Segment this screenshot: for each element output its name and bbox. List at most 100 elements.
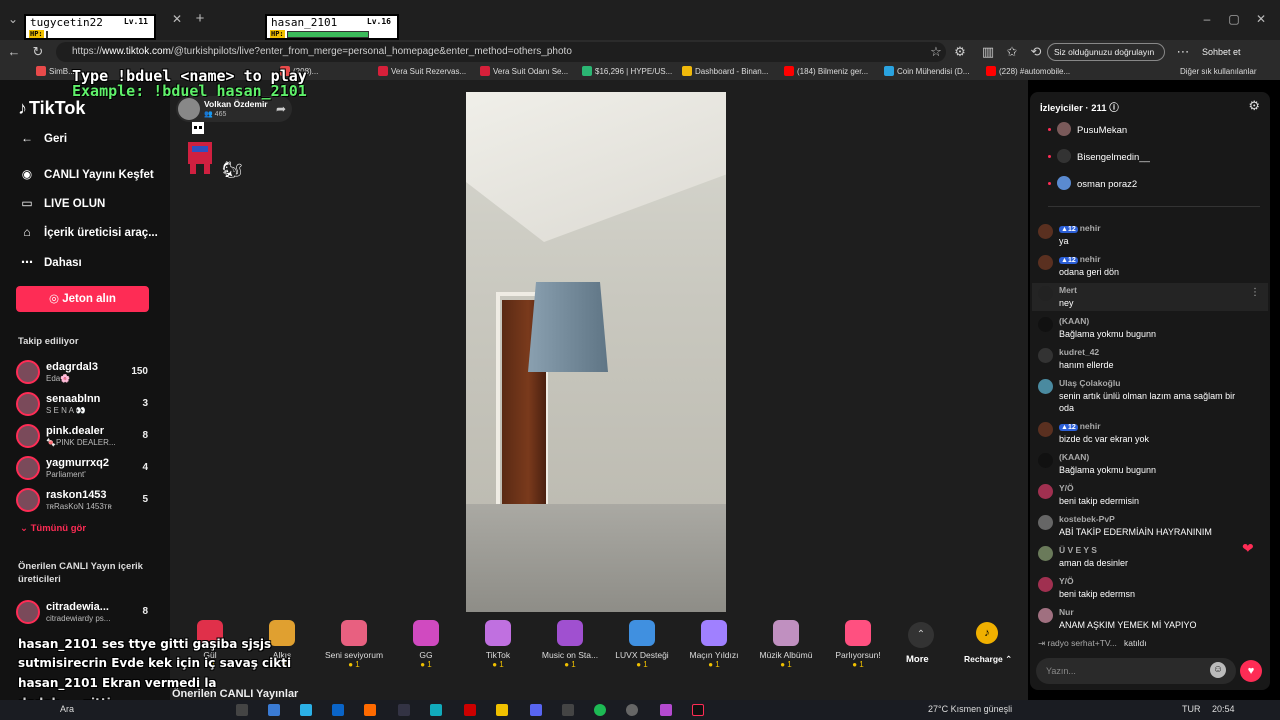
app-icon[interactable] — [660, 704, 672, 716]
edge-active-icon[interactable] — [430, 704, 442, 716]
bookmark-item[interactable]: Vera Suit Odanı Se... — [480, 66, 568, 78]
url-path: /@turkishpilots/live?enter_from_merge=pe… — [170, 46, 572, 57]
camera-icon: ▭ — [21, 196, 33, 210]
avatar — [1057, 122, 1071, 136]
close-window-icon[interactable]: ✕ — [1254, 12, 1268, 26]
suggested-item[interactable]: citradewia... citradewiardy ps... 8 — [16, 598, 156, 626]
chevron-up-icon[interactable]: ⌃ — [908, 622, 934, 648]
following-item[interactable]: raskon1453 ᴛʀRasKoN 1453ᴛʀ 5 — [16, 486, 156, 514]
spotify-icon[interactable] — [594, 704, 606, 716]
weather[interactable]: 27°C Kısmen güneşli — [928, 704, 1012, 714]
viewers-icon: 👥 — [204, 111, 215, 118]
emoji-icon[interactable]: ☺ — [1210, 662, 1226, 678]
bookmark-item[interactable]: (228) #automobile... — [986, 66, 1070, 78]
share-icon[interactable]: ➦ — [276, 102, 286, 116]
info-icon[interactable]: ⓘ — [1109, 103, 1119, 114]
gift-item[interactable]: Maçın Yıldızı ● 1 — [678, 620, 750, 669]
nav-more[interactable]: ⋯ Dahası — [18, 255, 82, 269]
split-screen-icon[interactable]: ▥ — [980, 44, 996, 60]
history-icon[interactable]: ⟲ — [1028, 44, 1044, 60]
clock[interactable]: 20:54 — [1212, 704, 1235, 714]
nav-go-live[interactable]: ▭ LIVE OLUN — [18, 196, 105, 210]
other-bookmarks[interactable]: Diğer sık kullanılanlar — [1180, 66, 1256, 78]
back-arrow-icon[interactable]: ← — [6, 44, 22, 60]
bookmark-item[interactable]: $16,296 | HYPE/US... — [582, 66, 672, 78]
outlook-icon[interactable] — [332, 704, 344, 716]
more-icon: ⋯ — [21, 255, 33, 269]
following-item[interactable]: yagmurrxq2 Parliament' 4 — [16, 454, 156, 482]
live-video[interactable] — [466, 92, 726, 612]
bookmark-item[interactable]: Dashboard - Binan... — [682, 66, 768, 78]
join-text: katıldı — [1123, 638, 1147, 648]
app-icon[interactable] — [398, 704, 410, 716]
gift-item[interactable]: LUVX Desteği ● 1 — [606, 620, 678, 669]
tab-list-icon[interactable]: ⌄ — [6, 12, 20, 26]
following-item[interactable]: edagrdal3 Eda🌸 150 — [16, 358, 156, 386]
extensions-icon[interactable]: ⚙ — [952, 44, 968, 60]
app-icon[interactable] — [562, 704, 574, 716]
avatar — [1057, 176, 1071, 190]
gift-item[interactable]: Seni seviyorum ● 1 — [318, 620, 390, 669]
bookmark-favicon-icon — [682, 66, 692, 76]
bookmark-item[interactable]: Vera Suit Rezervas... — [378, 66, 466, 78]
nav-live-explore[interactable]: ◉ CANLI Yayını Keşfet — [18, 167, 154, 181]
gift-item[interactable]: GG ● 1 — [390, 620, 462, 669]
reload-icon[interactable]: ↻ — [30, 44, 46, 60]
viewer-item[interactable]: PusuMekan — [1048, 122, 1127, 136]
browser-icon[interactable] — [364, 704, 376, 716]
back-button[interactable]: ← Geri — [18, 131, 67, 145]
chat-text: Bağlama yokmu bugunn — [1059, 465, 1157, 475]
windows-store-icon[interactable] — [268, 704, 280, 716]
avatar — [1038, 224, 1053, 239]
url-input[interactable]: https://www.tiktok.com/@turkishpilots/li… — [56, 42, 946, 62]
see-all-link[interactable]: ⌄ Tümünü gör — [20, 523, 86, 534]
favorites-icon[interactable]: ✩ — [1004, 44, 1020, 60]
discord-icon[interactable] — [530, 704, 542, 716]
gift-item[interactable]: Müzik Albümü ● 1 — [750, 620, 822, 669]
nav-label: Dahası — [44, 257, 82, 269]
edge-icon[interactable] — [300, 704, 312, 716]
chat-copilot-button[interactable]: Sohbet et — [1202, 43, 1241, 61]
more-gifts-button[interactable]: More — [906, 654, 929, 665]
bookmark-favicon-icon — [784, 66, 794, 76]
gift-label: LUVX Desteği — [615, 650, 669, 660]
maximize-icon[interactable]: ▢ — [1227, 12, 1241, 26]
coin-icon[interactable]: ♪ — [976, 622, 998, 644]
chat-username: Y/Ö — [1059, 483, 1074, 493]
level-value: 12 — [1067, 424, 1076, 431]
host-avatar — [178, 98, 200, 120]
app-icon[interactable] — [464, 704, 476, 716]
bookmark-item[interactable]: Coin Mühendisi (D... — [884, 66, 969, 78]
following-item[interactable]: senaablnn S E N A 👀 3 — [16, 390, 156, 418]
gift-item[interactable]: TikTok ● 1 — [462, 620, 534, 669]
nav-creator-tools[interactable]: ⌂ İçerik üreticisi araç... — [18, 225, 157, 239]
task-view-icon[interactable] — [236, 704, 248, 716]
star-icon[interactable]: ☆ — [928, 44, 944, 60]
gift-item[interactable]: Music on Sta... ● 1 — [534, 620, 606, 669]
app-icon[interactable] — [626, 704, 638, 716]
message-options-icon[interactable]: ⋮ — [1250, 287, 1260, 298]
viewer-item[interactable]: Bisengelmedin__ — [1048, 149, 1150, 163]
recharge-button[interactable]: Recharge ⌃ — [964, 654, 1012, 665]
gear-icon[interactable]: ⚙ — [1248, 98, 1260, 114]
like-button[interactable]: ♥ — [1240, 660, 1262, 682]
bookmark-item[interactable]: SimB... — [36, 66, 75, 78]
viewer-count: 5 — [142, 494, 148, 505]
username-value: nehir — [1079, 254, 1101, 264]
close-tab-icon[interactable]: ✕ — [170, 12, 184, 26]
gift-item[interactable]: Parlıyorsun! ● 1 — [822, 620, 894, 669]
folder-icon[interactable] — [496, 704, 508, 716]
viewer-item[interactable]: osman poraz2 — [1048, 176, 1137, 190]
language[interactable]: TUR — [1182, 704, 1201, 714]
taskbar-search[interactable]: Ara — [60, 704, 74, 714]
get-coins-button[interactable]: ◎ Jeton alın — [16, 286, 149, 312]
tiktok-logo[interactable]: ♪ TikTok — [18, 98, 85, 119]
bookmark-item[interactable]: (184) Bilmeniz ger... — [784, 66, 868, 78]
chat-input[interactable]: Yazın... — [1036, 658, 1236, 684]
following-item[interactable]: pink.dealer 🍬PINK DEALER... 8 — [16, 422, 156, 450]
verify-identity-button[interactable]: Siz olduğunuzu doğrulayın — [1047, 43, 1165, 61]
tiktok-icon[interactable] — [692, 704, 704, 716]
new-tab-icon[interactable]: + — [193, 11, 207, 26]
minimize-icon[interactable]: – — [1200, 12, 1214, 26]
menu-dots-icon[interactable]: ⋯ — [1175, 44, 1191, 60]
